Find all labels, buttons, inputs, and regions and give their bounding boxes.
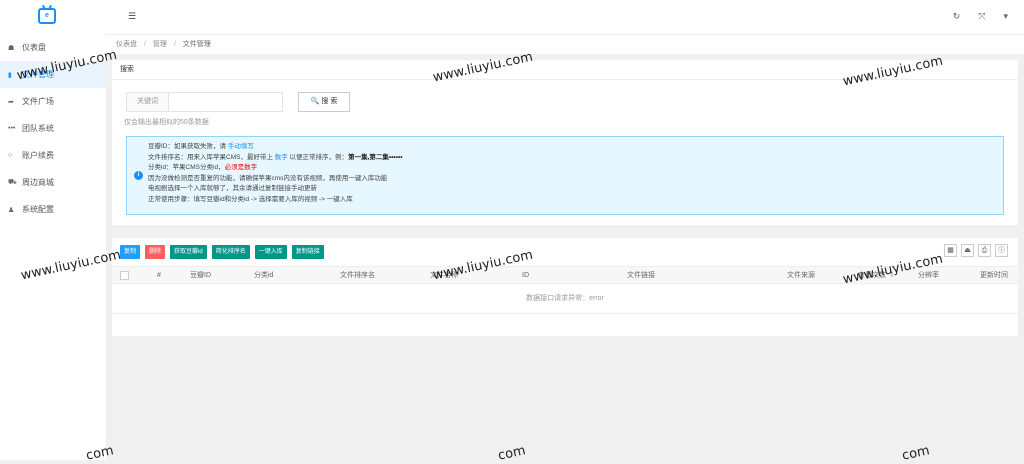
column-header-views[interactable]: 查看次数 ⇕ <box>858 267 895 285</box>
get-douban-id-button[interactable]: 获取豆瓣id <box>170 245 207 259</box>
sidebar-item-label: 文件管理 <box>22 70 54 79</box>
notice-line-steps: 正常使用步骤：填写豆瓣id和分类id -> 选择需要入库的视频 -> 一键入库 <box>148 195 353 203</box>
sidebar-item-account-renewal[interactable]: ○ 账户续费 <box>0 142 106 169</box>
delete-button[interactable]: 删除 <box>145 245 166 259</box>
breadcrumb-separator: / <box>143 41 146 48</box>
notice-line-category: 分类id：苹果CMS分类id，必须是数字 <box>148 163 1003 174</box>
notice-text: 文件排序名：用来入库苹果CMS，最好带上 <box>148 153 275 161</box>
export-icon[interactable]: ⏏ <box>961 244 974 257</box>
sidebar-item-file-square[interactable]: ➦ 文件广场 <box>0 88 106 115</box>
sidebar-item-label: 账户续费 <box>22 151 54 160</box>
sidebar-item-label: 文件广场 <box>22 97 54 106</box>
table-empty-message: 数据接口请求异常：error <box>112 284 1018 314</box>
refresh-icon[interactable]: ↻ <box>953 11 961 22</box>
search-icon: 🔍 <box>310 98 320 105</box>
sidebar-item-label: 团队系统 <box>22 124 54 133</box>
one-click-import-button[interactable]: 一键入库 <box>254 245 287 259</box>
notice-line-sortname: 文件排序名：用来入库苹果CMS，最好带上 数字 以便正常排序，例：第一集,第二集… <box>148 153 1003 164</box>
search-card-title: 搜索 <box>112 60 1018 80</box>
sidebar-nav: ☗ 仪表盘 ▮ 文件管理 ➦ 文件广场 ••• 团队系统 ○ 账户续费 ⛟ 周边… <box>0 34 106 223</box>
chevron-down-icon[interactable]: ▾ <box>1003 11 1008 22</box>
column-header-file-source[interactable]: 文件来源 <box>787 267 815 285</box>
sidebar-item-shop[interactable]: ⛟ 周边商城 <box>0 169 106 196</box>
select-all-checkbox[interactable] <box>120 271 129 280</box>
table-tool-icons: ▦ ⏏ ⎙ ⓘ <box>944 244 1008 257</box>
notice-text: 分类id：苹果CMS分类id， <box>148 164 225 171</box>
sidebar: e ☗ 仪表盘 ▮ 文件管理 ➦ 文件广场 ••• 团队系统 ○ 账户续费 ⛟ … <box>0 0 106 460</box>
breadcrumb-separator: / <box>173 41 176 48</box>
manual-fill-link[interactable]: 手动填写 <box>228 143 254 150</box>
watermark: com <box>496 443 528 464</box>
notice-warning: 必须是数字 <box>224 164 258 171</box>
column-header-id[interactable]: ID <box>522 267 529 285</box>
menu-toggle-icon[interactable]: ☰ <box>128 11 136 22</box>
copy-link-button[interactable]: 复制链接 <box>291 245 324 259</box>
search-button-label: 搜 索 <box>321 98 338 105</box>
top-icons: ↻ ⤧ ▾ <box>953 11 1008 22</box>
fullscreen-icon[interactable]: ⤧ <box>978 11 985 22</box>
keyword-label: 关键词 <box>126 92 169 112</box>
column-header-num: # <box>157 272 161 279</box>
column-header-sort-name[interactable]: 文件排序名 <box>340 267 375 285</box>
notice-text: 以便正常排序，例： <box>287 153 349 161</box>
sidebar-item-system-config[interactable]: ♟ 系统配置 <box>0 196 106 223</box>
share-icon: ➦ <box>8 98 14 106</box>
keyword-input[interactable] <box>169 92 283 112</box>
column-header-updated[interactable]: 更新时间 <box>980 267 1008 285</box>
table-card: 复制 删除 获取豆瓣id 简化排序名 一键入库 复制链接 ▦ ⏏ ⎙ ⓘ # 豆… <box>112 238 1018 336</box>
notice-text: 豆瓣ID：如果获取失败，请 <box>148 143 228 150</box>
sort-icon[interactable]: ⇕ <box>889 272 895 279</box>
watermark: com <box>900 443 932 464</box>
cart-icon: ⛟ <box>8 179 17 186</box>
info-icon[interactable]: ⓘ <box>995 244 1008 257</box>
table-toolbar: 复制 删除 获取豆瓣id 简化排序名 一键入库 复制链接 <box>120 245 324 259</box>
copy-button[interactable]: 复制 <box>120 245 141 259</box>
column-header-category-id[interactable]: 分类id <box>254 267 273 285</box>
simplify-sort-name-button[interactable]: 简化排序名 <box>211 245 250 259</box>
column-header-file-name[interactable]: 文件名称 <box>430 267 458 285</box>
print-icon[interactable]: ⎙ <box>978 244 991 257</box>
column-header-file-link[interactable]: 文件链接 <box>627 267 655 285</box>
sidebar-item-label: 仪表盘 <box>22 43 46 52</box>
info-icon: i <box>134 171 143 180</box>
more-icon: ••• <box>8 125 16 132</box>
breadcrumb-item-current: 文件管理 <box>182 41 211 48</box>
search-hint: 仅会输出最相似的50条数据 <box>124 119 209 126</box>
notice-line-douban: 豆瓣ID：如果获取失败，请 手动填写 <box>148 142 1003 153</box>
user-icon: ♟ <box>8 206 15 214</box>
breadcrumb-item-dashboard[interactable]: 仪表盘 <box>116 41 137 48</box>
columns-icon[interactable]: ▦ <box>944 244 957 257</box>
sidebar-item-file-management[interactable]: ▮ 文件管理 <box>0 61 106 88</box>
search-card: 搜索 关键词 🔍 搜 索 仅会输出最相似的50条数据 i 豆瓣ID：如果获取失败，… <box>112 60 1018 225</box>
sidebar-item-label: 周边商城 <box>22 178 54 187</box>
notice-highlight: 数字 <box>274 153 288 161</box>
sidebar-item-dashboard[interactable]: ☗ 仪表盘 <box>0 34 106 61</box>
breadcrumb-item-manage[interactable]: 管理 <box>153 41 167 48</box>
notice-box: i 豆瓣ID：如果获取失败，请 手动填写 文件排序名：用来入库苹果CMS，最好带… <box>126 136 1004 215</box>
sidebar-item-team-system[interactable]: ••• 团队系统 <box>0 115 106 142</box>
notice-line-duplicate: 因为没做检测是否重复的功能，请确保苹果cms内没有该视频，再使用一键入库功能 <box>148 174 388 182</box>
notice-example: 第一集,第二集•••••• <box>348 153 403 161</box>
column-header-views-label: 查看次数 <box>858 272 886 279</box>
file-icon: ▮ <box>8 71 12 79</box>
table-header: # 豆瓣ID 分类id 文件排序名 文件名称 ID 文件链接 文件来源 查看次数… <box>112 266 1018 284</box>
circle-icon: ○ <box>8 152 13 159</box>
breadcrumb: 仪表盘 / 管理 / 文件管理 <box>106 34 1024 54</box>
dashboard-icon: ☗ <box>8 44 15 52</box>
logo-icon[interactable]: e <box>38 8 56 24</box>
column-header-resolution[interactable]: 分辨率 <box>918 267 939 285</box>
column-header-douban-id[interactable]: 豆瓣ID <box>190 267 211 285</box>
sidebar-item-label: 系统配置 <box>22 205 54 214</box>
notice-line-tv: 电视剧选择一个入库就够了，其余请通过复制链接手动更新 <box>148 185 317 192</box>
top-bar: ☰ ↻ ⤧ ▾ <box>106 0 1024 34</box>
search-button[interactable]: 🔍 搜 索 <box>298 92 350 112</box>
